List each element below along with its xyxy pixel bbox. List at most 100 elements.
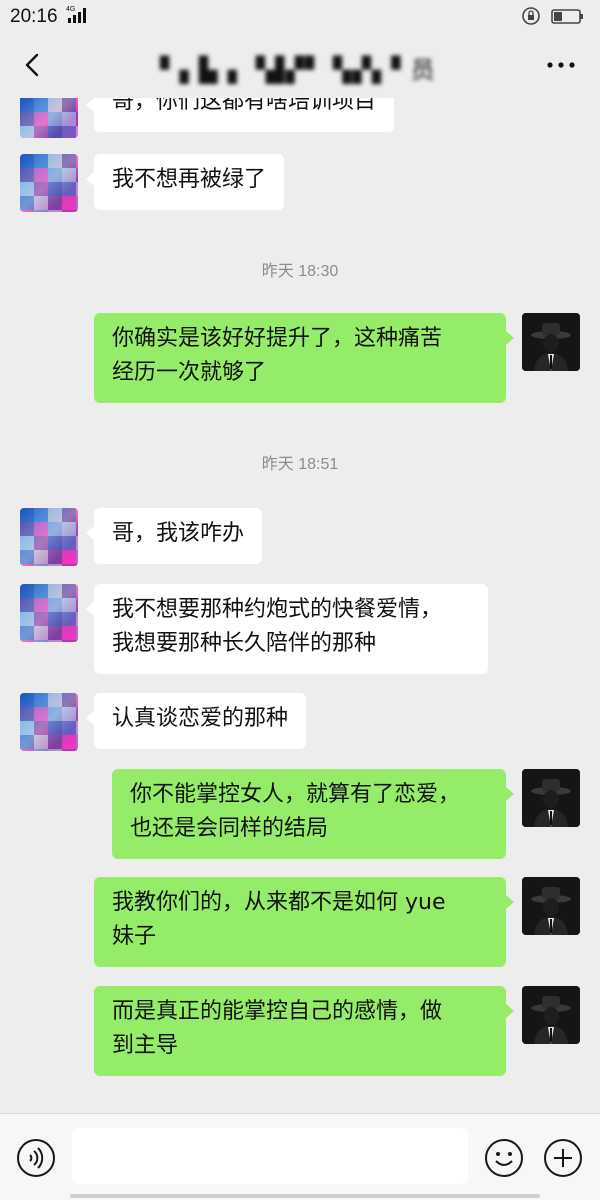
avatar-pixel <box>20 112 34 126</box>
message-text: 我不想再被绿了 <box>112 167 267 192</box>
message-text-line: 也还是会同样的结局 <box>130 816 329 841</box>
avatar-pixel <box>20 564 34 566</box>
avatar-pixel <box>34 126 48 138</box>
avatar-pixel <box>76 126 78 138</box>
chevron-left-icon[interactable] <box>18 50 48 80</box>
battery-icon <box>551 9 583 24</box>
message-text-line: 你不能掌控女人，就算有了恋爱， <box>130 782 461 807</box>
hat-man-avatar-icon <box>522 769 580 827</box>
avatar[interactable] <box>20 693 78 751</box>
avatar-pixel <box>34 168 48 182</box>
avatar-pixel <box>20 196 34 210</box>
message-bubble-outgoing: 你确实是该好好提升了，这种痛苦 经历一次就够了 <box>94 313 514 403</box>
avatar-pixel <box>48 126 62 138</box>
avatar-pixel <box>62 598 76 612</box>
message-bubble-incoming: 哥，我该咋办 <box>85 508 263 564</box>
avatar-pixel <box>62 749 76 751</box>
avatar-pixel <box>76 707 78 721</box>
avatar-pixel <box>62 550 76 564</box>
avatar[interactable] <box>522 986 580 1044</box>
voice-icon[interactable] <box>16 1138 56 1178</box>
avatar[interactable] <box>522 877 580 935</box>
avatar-pixel <box>62 626 76 640</box>
hat-man-avatar-icon <box>522 986 580 1044</box>
message-text-line: 妹子 <box>112 924 157 949</box>
avatar-pixel <box>76 112 78 126</box>
more-dots-icon[interactable] <box>544 52 578 78</box>
avatar-pixel <box>20 168 34 182</box>
lock-rotation-icon <box>522 7 540 25</box>
message-text: 哥，我该咋办 <box>112 521 245 546</box>
avatar-pixel <box>76 182 78 196</box>
avatar-pixel <box>76 508 78 522</box>
emoji-icon[interactable] <box>484 1138 524 1178</box>
avatar-pixel <box>20 612 34 626</box>
message-text-line: 到主导 <box>112 1033 179 1058</box>
avatar-pixel <box>48 735 62 749</box>
avatar-pixel <box>34 196 48 210</box>
avatar-pixel <box>48 508 62 522</box>
status-right-icons <box>522 7 583 25</box>
message-input[interactable] <box>72 1128 468 1184</box>
message-text-line: 我想要那种长久陪伴的那种 <box>112 631 377 656</box>
message-bubble-incoming: 哥，你们这都有啥培训项目 <box>94 98 395 132</box>
avatar-pixel <box>20 126 34 138</box>
avatar-pixel <box>34 522 48 536</box>
avatar-pixel <box>20 98 34 112</box>
avatar-pixel <box>76 550 78 564</box>
avatar-pixel <box>20 522 34 536</box>
hat-man-avatar-icon <box>522 313 580 371</box>
chat-header-overlay: ▘▖▙▗ ▝▟▞▘ ▚▞▖▘员 <box>0 34 600 98</box>
avatar[interactable] <box>20 584 78 642</box>
avatar-pixel <box>62 126 76 138</box>
avatar-pixel <box>20 707 34 721</box>
avatar-pixel <box>76 584 78 598</box>
signal-icon: 4G <box>66 6 86 23</box>
avatar-pixel <box>20 154 34 168</box>
avatar-pixel <box>48 536 62 550</box>
message-text-line: 我教你们的，从来都不是如何 yue <box>112 890 446 915</box>
avatar-pixel <box>62 612 76 626</box>
avatar-pixel <box>34 112 48 126</box>
avatar-pixel <box>76 564 78 566</box>
avatar[interactable] <box>20 154 78 212</box>
avatar[interactable] <box>522 769 580 827</box>
avatar-pixel <box>34 693 48 707</box>
avatar-pixel <box>48 598 62 612</box>
avatar[interactable] <box>522 313 580 371</box>
avatar-pixel <box>20 584 34 598</box>
avatar[interactable] <box>20 98 78 138</box>
avatar-pixel <box>48 522 62 536</box>
timestamp: 昨天 18:51 <box>261 456 339 473</box>
avatar-pixel <box>20 640 34 642</box>
avatar-pixel <box>62 112 76 126</box>
avatar-pixel <box>48 564 62 566</box>
avatar-pixel <box>62 168 76 182</box>
avatar-pixel <box>76 721 78 735</box>
avatar-pixel <box>48 612 62 626</box>
message-bubble-incoming: 我不想要那种约炮式的快餐爱情， 我想要那种长久陪伴的那种 <box>86 584 488 674</box>
avatar-pixel <box>62 98 76 112</box>
avatar-pixel <box>62 182 76 196</box>
avatar-pixel <box>76 749 78 751</box>
avatar-pixel <box>34 749 48 751</box>
avatar-pixel <box>48 550 62 564</box>
avatar-pixel <box>34 154 48 168</box>
avatar-pixel <box>20 735 34 749</box>
message-text-line: 而是真正的能掌控自己的感情，做 <box>112 999 443 1024</box>
avatar-pixel <box>76 693 78 707</box>
timestamp: 昨天 18:30 <box>261 263 339 280</box>
message-text-line: 经历一次就够了 <box>112 360 267 385</box>
home-indicator <box>70 1194 540 1198</box>
status-time: 20:16 <box>10 6 58 27</box>
avatar-pixel <box>20 550 34 564</box>
avatar-pixel <box>62 640 76 642</box>
avatar-pixel <box>48 98 62 112</box>
avatar-pixel <box>20 210 34 212</box>
avatar[interactable] <box>20 508 78 566</box>
avatar-pixel <box>48 182 62 196</box>
plus-icon[interactable] <box>543 1138 583 1178</box>
avatar-pixel <box>76 168 78 182</box>
avatar-pixel <box>34 598 48 612</box>
avatar-pixel <box>62 522 76 536</box>
